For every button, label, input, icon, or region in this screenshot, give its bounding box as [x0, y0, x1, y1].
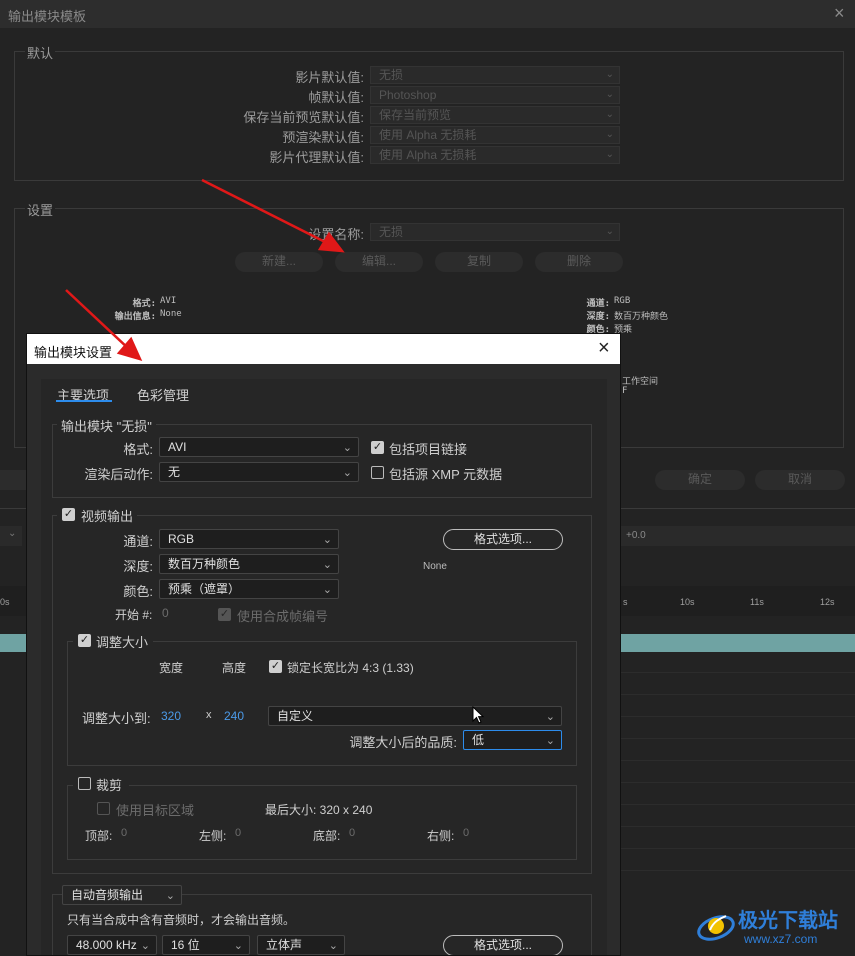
annotation-arrows [65, 178, 345, 361]
watermark-logo-icon [697, 915, 735, 941]
annotation-arrow [201, 178, 334, 248]
watermark-url: www.xz7.com [744, 932, 818, 946]
watermark-brand: 极光下载站 [738, 908, 838, 932]
annotation-arrow [65, 289, 131, 351]
arrow-head-icon [317, 231, 345, 253]
